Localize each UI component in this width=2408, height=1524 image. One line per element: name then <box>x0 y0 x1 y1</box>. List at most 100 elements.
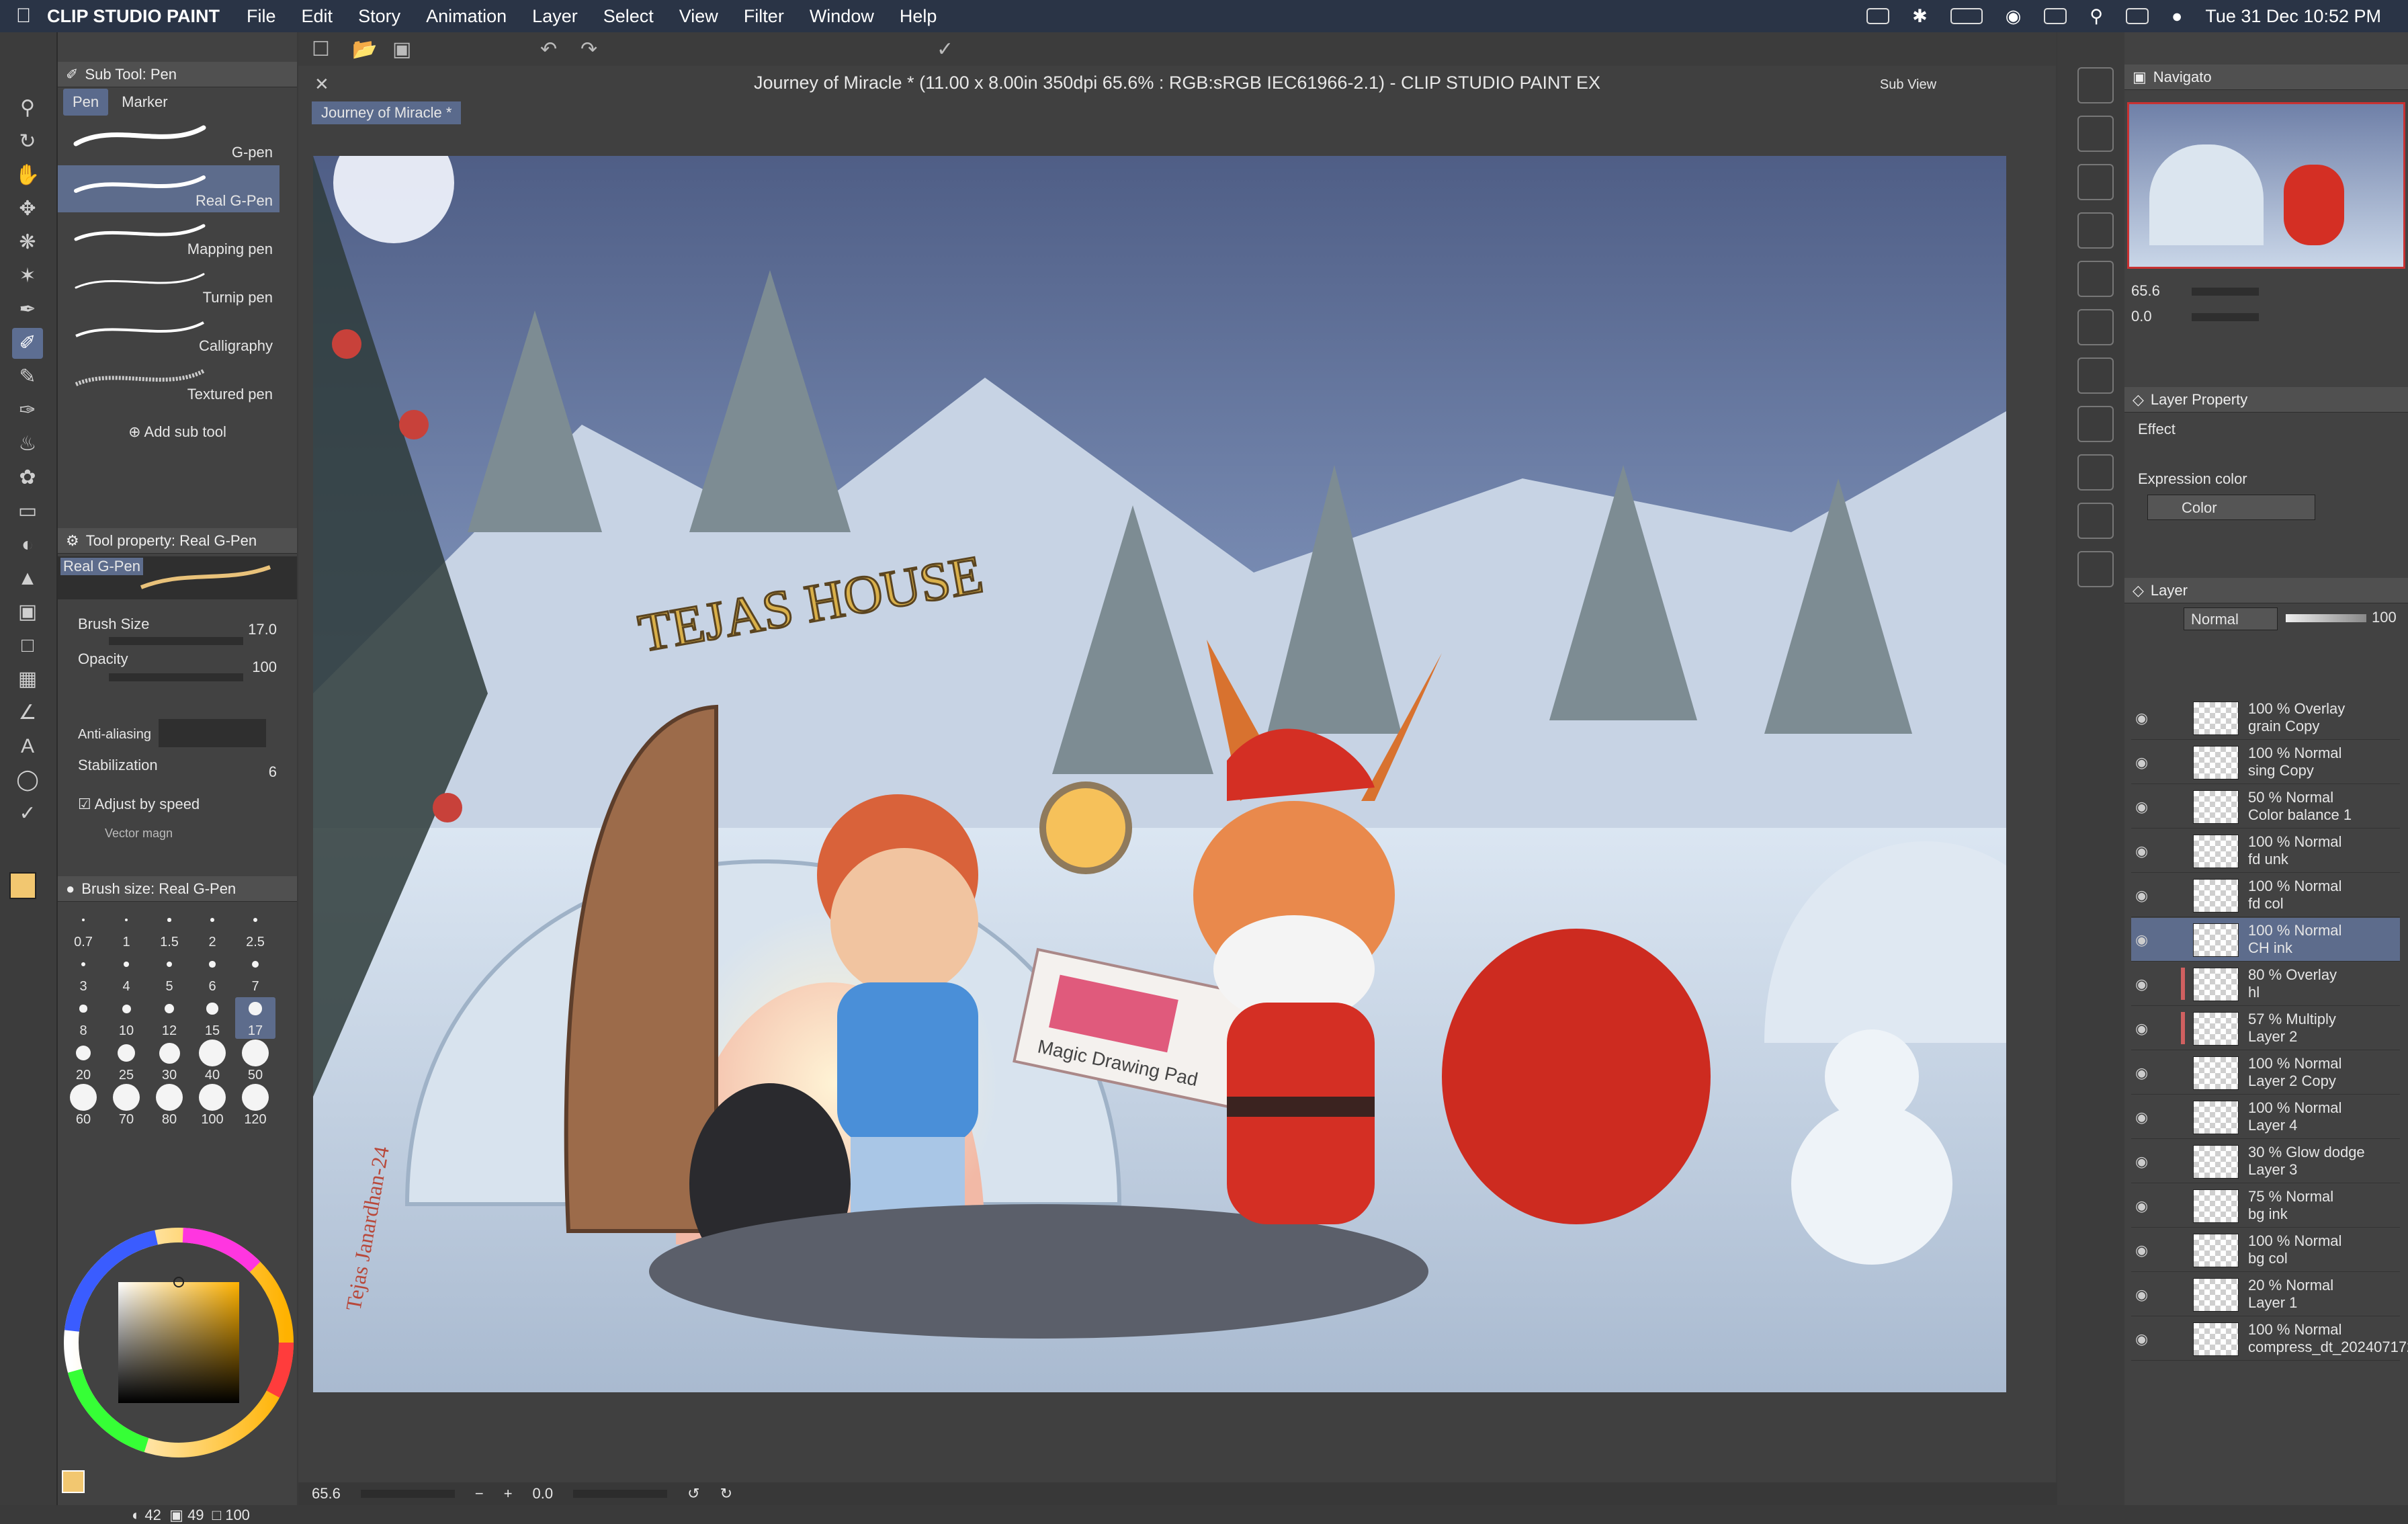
rotate-slider[interactable] <box>573 1490 668 1498</box>
brush-real-g-pen[interactable]: Real G-Pen <box>58 165 280 212</box>
brush-size-option[interactable]: 2 <box>192 908 232 950</box>
expression-color-select[interactable]: Color <box>2147 495 2315 520</box>
balloon-icon[interactable]: ◯ <box>12 765 43 796</box>
navigator-angle-slider[interactable] <box>2192 313 2259 321</box>
layer-row[interactable]: ◉ 100 % Normal Layer 2 Copy <box>2131 1051 2400 1095</box>
pencil-tool-icon[interactable]: ✎ <box>12 362 43 392</box>
rotate-right-icon[interactable]: ↻ <box>720 1485 732 1502</box>
menu-layer[interactable]: Layer <box>532 6 578 27</box>
move-tool-icon[interactable]: ✥ <box>12 194 43 224</box>
color-set-icon[interactable] <box>2077 454 2114 491</box>
brush-size-option[interactable]: 70 <box>106 1084 146 1128</box>
status-zoom[interactable]: 65.6 <box>312 1485 341 1502</box>
menu-story[interactable]: Story <box>358 6 400 27</box>
control-center-icon[interactable] <box>2126 8 2149 24</box>
brush-calligraphy[interactable]: Calligraphy <box>58 310 280 357</box>
brush-tool-icon[interactable]: ✑ <box>12 395 43 426</box>
brush-size-option[interactable]: 80 <box>149 1084 189 1128</box>
stabilization-value[interactable]: 6 <box>269 763 277 781</box>
rotate-tool-icon[interactable]: ↻ <box>12 126 43 157</box>
brush-size-option[interactable]: 1 <box>106 908 146 950</box>
text-tool-icon[interactable]: A <box>12 731 43 762</box>
save-icon[interactable]: ▣ <box>392 38 411 61</box>
intermediate-color-icon[interactable] <box>2077 503 2114 539</box>
brush-size-option[interactable]: 17 <box>235 997 275 1039</box>
document-tab[interactable]: Journey of Miracle * <box>312 101 462 124</box>
eye-icon[interactable]: ◉ <box>2135 887 2151 904</box>
artwork-canvas[interactable]: TEJAS HOUSE Magic Drawing Pad Tejas Jana… <box>313 156 2006 1392</box>
new-file-icon[interactable]: ☐ <box>312 38 330 61</box>
eraser-icon[interactable]: ▭ <box>12 496 43 527</box>
brush-size-option[interactable]: 2.5 <box>235 908 275 950</box>
brush-size-option[interactable]: 50 <box>235 1040 275 1083</box>
brush-g-pen[interactable]: G-pen <box>58 117 280 164</box>
opacity-value[interactable]: 100 <box>252 659 277 676</box>
zoom-tool-icon[interactable]: ⚲ <box>12 93 43 124</box>
wifi-icon[interactable]: ◉ <box>2006 6 2022 27</box>
brush-size-option[interactable]: 10 <box>106 997 146 1039</box>
pen-tool-icon[interactable]: ✐ <box>12 328 43 359</box>
eye-icon[interactable]: ◉ <box>2135 1330 2151 1347</box>
airbrush-icon[interactable]: ♨ <box>12 429 43 460</box>
figure-icon[interactable]: □ <box>12 630 43 661</box>
auto-action-icon[interactable] <box>2077 357 2114 394</box>
brush-size-option[interactable]: 4 <box>106 953 146 994</box>
timeline-icon[interactable] <box>2077 551 2114 587</box>
blend-mode-select[interactable]: Normal <box>2184 607 2278 630</box>
eye-icon[interactable]: ◉ <box>2135 843 2151 859</box>
brush-size-option[interactable]: 20 <box>63 1042 103 1083</box>
brush-size-value[interactable]: 17.0 <box>248 621 277 638</box>
tab-marker[interactable]: Marker <box>112 89 177 116</box>
mini-main-color[interactable] <box>62 1470 85 1493</box>
brush-size-option[interactable]: 120 <box>235 1084 275 1128</box>
sub-view-icon[interactable] <box>2077 116 2114 152</box>
brush-size-slider[interactable] <box>109 637 243 645</box>
redo-icon[interactable]: ↷ <box>580 38 597 61</box>
layer-row[interactable]: ◉ 100 % Normal bg col <box>2131 1228 2400 1272</box>
eye-icon[interactable]: ◉ <box>2135 976 2151 992</box>
menu-view[interactable]: View <box>679 6 718 27</box>
brush-size-option[interactable]: 0.7 <box>63 908 103 950</box>
layer-row[interactable]: ◉ 50 % Normal Color balance 1 <box>2131 785 2400 829</box>
eyedropper-icon[interactable]: ✒ <box>12 294 43 325</box>
eye-icon[interactable]: ◉ <box>2135 931 2151 948</box>
anti-aliasing-selector[interactable] <box>159 719 266 747</box>
tab-pen[interactable]: Pen <box>63 89 109 116</box>
brush-size-option[interactable]: 1.5 <box>149 908 189 950</box>
tablet-icon[interactable] <box>1866 8 1890 24</box>
layer-row[interactable]: ◉ 30 % Glow dodge Layer 3 <box>2131 1140 2400 1183</box>
close-window-icon[interactable]: ✕ <box>314 74 329 95</box>
material-icon[interactable] <box>2077 164 2114 200</box>
brush-size-option[interactable]: 60 <box>63 1084 103 1128</box>
brush-turnip-pen[interactable]: Turnip pen <box>58 262 280 309</box>
gradient-icon[interactable]: ▣ <box>12 597 43 628</box>
layer-opacity-value[interactable]: 100 <box>2372 609 2397 626</box>
eye-icon[interactable]: ◉ <box>2135 1153 2151 1170</box>
brush-size-option[interactable]: 3 <box>63 953 103 994</box>
layer-search-icon[interactable] <box>2077 309 2114 345</box>
menu-file[interactable]: File <box>247 6 276 27</box>
brush-size-option[interactable]: 6 <box>192 953 232 994</box>
apple-icon[interactable]:  <box>0 5 47 28</box>
layer-row[interactable]: ◉ 100 % Normal fd unk <box>2131 829 2400 873</box>
fill-icon[interactable]: ▲ <box>12 563 43 594</box>
spotlight-icon[interactable]: ⚲ <box>2090 6 2103 27</box>
display-icon[interactable] <box>2044 8 2067 24</box>
layer-opacity-slider[interactable] <box>2286 614 2366 622</box>
main-color-swatch[interactable] <box>9 872 36 899</box>
opacity-slider[interactable] <box>109 673 243 681</box>
item-bank-icon[interactable] <box>2077 406 2114 442</box>
frame-icon[interactable]: ▦ <box>12 664 43 695</box>
history-icon[interactable] <box>2077 212 2114 249</box>
hand-tool-icon[interactable]: ✋ <box>12 160 43 191</box>
eye-icon[interactable]: ◉ <box>2135 1064 2151 1081</box>
app-name[interactable]: CLIP STUDIO PAINT <box>47 6 220 27</box>
zoom-out-icon[interactable]: − <box>475 1485 484 1502</box>
layer-row[interactable]: ◉ 100 % Normal sing Copy <box>2131 740 2400 784</box>
menu-window[interactable]: Window <box>810 6 874 27</box>
menu-help[interactable]: Help <box>900 6 937 27</box>
eye-icon[interactable]: ◉ <box>2135 798 2151 815</box>
eye-icon[interactable]: ◉ <box>2135 1109 2151 1126</box>
brush-size-option[interactable]: 40 <box>192 1040 232 1083</box>
decoration-icon[interactable]: ✿ <box>12 462 43 493</box>
